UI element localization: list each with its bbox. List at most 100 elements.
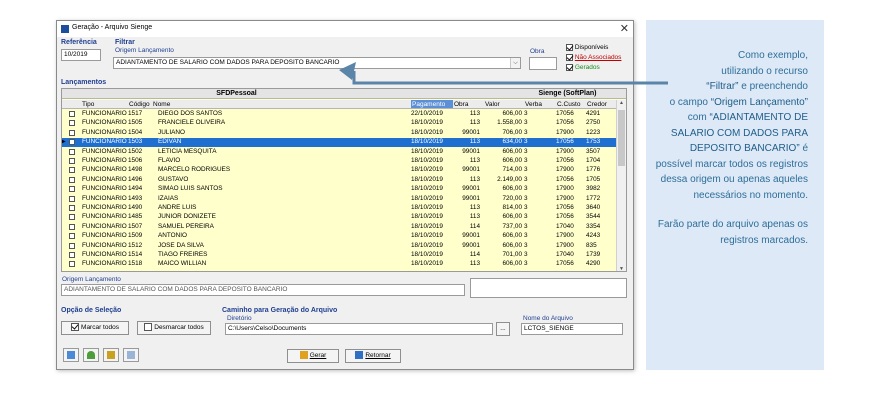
row-checkbox[interactable] — [69, 139, 75, 146]
close-icon[interactable]: ✕ — [620, 22, 629, 35]
table-row[interactable]: FUNCIONARIO 1506 FLAVIO 18/10/2019 113 606,00… — [62, 157, 617, 165]
cell-obra: 113 — [469, 204, 480, 211]
table-row[interactable]: FUNCIONARIO 1485 JUNIOR DONIZETE 18/10/2019… — [62, 213, 617, 221]
cell-tipo: FUNCIONARIO — [82, 147, 127, 155]
annotation-text: Como exemplo, — [737, 50, 808, 61]
annotation-text: e preenchendo — [741, 81, 808, 92]
origem-detail-label: Origem Lançamento — [62, 276, 121, 283]
chevron-down-icon[interactable]: ⌵ — [510, 58, 520, 68]
column-header-pagamento[interactable]: Pagamento — [411, 100, 453, 109]
table-row[interactable]: FUNCIONARIO 1490 ANDRE LUIS 18/10/2019 113 81… — [62, 204, 617, 212]
row-checkbox[interactable] — [69, 233, 75, 240]
annotation-panel: Como exemplo, utilizando o recurso “Filt… — [646, 20, 824, 370]
table-row[interactable]: FUNCIONARIO 1517 DIEGO DOS SANTOS 22/10/201… — [62, 110, 617, 118]
checkbox-icon[interactable] — [566, 54, 573, 61]
cell-ccusto: 17900 — [556, 194, 574, 202]
cell-verba: 3 — [524, 213, 528, 221]
table-row[interactable]: FUNCIONARIO 1494 SIMAO LUIS SANTOS 18/10/20… — [62, 185, 617, 193]
generate-button[interactable]: Gerar — [287, 349, 339, 363]
cell-verba: 3 — [524, 204, 528, 211]
cell-verba: 3 — [524, 185, 528, 193]
row-checkbox[interactable] — [69, 261, 75, 268]
cell-codigo: 1507 — [128, 222, 143, 230]
table-row[interactable]: FUNCIONARIO 1514 TIAGO FREIRES 18/10/2019 11… — [62, 251, 617, 259]
cell-nome: JUNIOR DONIZETE — [158, 213, 216, 221]
table-row[interactable]: FUNCIONARIO 1496 GUSTAVO 18/10/2019 113 2.149… — [62, 176, 617, 184]
row-checkbox[interactable] — [69, 214, 75, 221]
users-button[interactable] — [83, 348, 99, 362]
cell-credor: 3544 — [586, 213, 601, 221]
table-row[interactable]: FUNCIONARIO 1502 LETICIA MESQUITA 18/10/201… — [62, 148, 617, 156]
info-button[interactable] — [103, 348, 119, 362]
referencia-field[interactable]: 10/2019 — [61, 49, 101, 61]
cell-obra: 99001 — [462, 241, 480, 249]
table-row[interactable]: ▶ FUNCIONARIO 1503 EDIVAN 18/10/2019 113 634,0… — [62, 138, 617, 147]
report-button[interactable] — [63, 348, 79, 362]
origem-combo[interactable]: ADIANTAMENTO DE SALARIO COM DADOS PARA D… — [113, 57, 521, 69]
obra-field[interactable] — [529, 57, 557, 70]
column-header-credor[interactable]: Credor — [586, 100, 617, 109]
scroll-up-icon[interactable]: ▲ — [617, 100, 626, 106]
legend-gerados[interactable]: Gerados — [566, 64, 600, 71]
copy-button[interactable] — [123, 348, 139, 362]
file-name-label: Nome do Arquivo — [523, 315, 573, 322]
cell-pagamento: 18/10/2019 — [411, 128, 443, 136]
column-header-codigo[interactable]: Código — [128, 100, 152, 109]
table-row[interactable]: FUNCIONARIO 1498 MARCELO RODRIGUES 18/10/20… — [62, 166, 617, 174]
row-checkbox[interactable] — [69, 158, 75, 164]
back-button[interactable]: Retornar — [345, 349, 401, 363]
row-checkbox[interactable] — [69, 176, 75, 183]
cell-pagamento: 18/10/2019 — [411, 194, 443, 202]
grid-vertical-scrollbar[interactable]: ▲ ▼ — [616, 100, 626, 271]
column-header-ccusto[interactable]: C.Custo — [556, 100, 586, 109]
table-row[interactable]: FUNCIONARIO 1518 MAICO WILLIAN 18/10/2019 11… — [62, 260, 617, 268]
table-row[interactable]: FUNCIONARIO 1504 JULIANO 18/10/2019 99001 706… — [62, 129, 617, 137]
row-checkbox[interactable] — [69, 195, 75, 202]
row-checkbox[interactable] — [69, 167, 75, 174]
column-header-tipo[interactable]: Tipo — [62, 100, 128, 109]
checkbox-icon[interactable] — [566, 44, 573, 51]
row-checkbox[interactable] — [69, 186, 75, 193]
cell-codigo: 1518 — [128, 260, 143, 268]
row-checkbox[interactable] — [69, 252, 75, 258]
directory-field[interactable]: C:\Users\Celso\Documents — [225, 323, 493, 335]
row-checkbox[interactable] — [69, 120, 75, 127]
cell-ccusto: 17900 — [556, 128, 574, 136]
scroll-down-icon[interactable]: ▼ — [617, 266, 626, 271]
row-checkbox[interactable] — [69, 148, 75, 155]
browse-button[interactable]: ... — [496, 322, 510, 336]
row-checkbox[interactable] — [69, 205, 75, 211]
cell-obra: 113 — [469, 119, 480, 127]
row-checkbox[interactable] — [69, 242, 75, 249]
legend-disponiveis[interactable]: Disponíveis — [566, 44, 608, 51]
unmark-all-button[interactable]: Desmarcar todos — [137, 321, 211, 335]
row-checkbox[interactable] — [69, 223, 75, 230]
mark-all-label: Marcar todos — [81, 324, 119, 331]
file-name-field[interactable]: LCTOS_SIENGE — [521, 323, 623, 335]
table-row[interactable]: FUNCIONARIO 1507 SAMUEL PEREIRA 18/10/2019 1… — [62, 223, 617, 231]
column-header-valor[interactable]: Valor — [484, 100, 524, 109]
cell-obra: 113 — [469, 213, 480, 221]
cell-valor: 737,00 — [502, 222, 522, 230]
table-row[interactable]: FUNCIONARIO 1505 FRANCIELE OLIVEIRA 18/10/2… — [62, 119, 617, 127]
cell-ccusto: 17056 — [556, 157, 574, 164]
lancamentos-label: Lançamentos — [61, 79, 107, 86]
table-row[interactable]: FUNCIONARIO 1493 IZAIAS 18/10/2019 99001 720,… — [62, 195, 617, 203]
cell-valor: 606,00 — [502, 157, 522, 164]
checkbox-icon[interactable] — [566, 64, 573, 71]
scroll-thumb[interactable] — [618, 110, 625, 166]
cell-nome: ANTONIO — [158, 232, 187, 240]
table-row[interactable]: FUNCIONARIO 1512 JOSE DA SILVA 18/10/2019 99… — [62, 242, 617, 250]
cell-pagamento: 18/10/2019 — [411, 260, 443, 268]
row-checkbox[interactable] — [69, 111, 75, 117]
column-header-verba[interactable]: Verba — [524, 100, 556, 109]
column-header-nome[interactable]: Nome — [152, 100, 411, 109]
legend-nao-associados[interactable]: Não Associados — [566, 54, 621, 61]
row-checkbox[interactable] — [69, 129, 75, 136]
mark-all-button[interactable]: Marcar todos — [61, 321, 129, 335]
column-header-obra[interactable]: Obra — [453, 100, 484, 109]
annotation-text: o campo — [669, 96, 708, 108]
cell-credor: 4291 — [586, 110, 601, 117]
table-row[interactable]: FUNCIONARIO 1509 ANTONIO 18/10/2019 99001 606… — [62, 232, 617, 240]
records-grid[interactable]: SFDPessoal Sienge (SoftPlan) Tipo Código… — [61, 88, 627, 272]
